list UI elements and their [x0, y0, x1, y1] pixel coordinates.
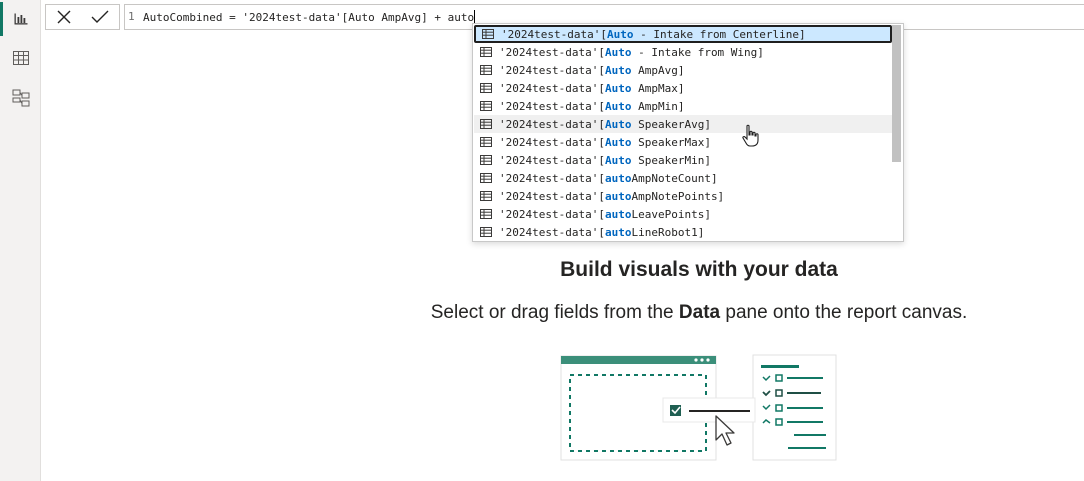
item-prefix: '2024test-data'[ [499, 117, 605, 131]
item-rest: AmpNotePoints] [631, 189, 725, 203]
item-rest: SpeakerMin] [631, 153, 711, 167]
table-column-icon [480, 191, 492, 201]
formula-bar-buttons [45, 4, 120, 30]
item-prefix: '2024test-data'[ [499, 45, 605, 59]
table-column-icon [480, 101, 492, 111]
item-match: Auto [604, 135, 632, 149]
description-end: pane onto the report canvas. [720, 302, 968, 323]
item-rest: SpeakerAvg] [631, 117, 711, 131]
autocomplete-item[interactable]: '2024test-data'[Auto - Intake from Wing] [474, 43, 892, 61]
item-rest: LeavePoints] [631, 207, 711, 221]
empty-state-heading: Build visuals with your data [560, 258, 838, 281]
item-rest: - Intake from Centerline] [633, 27, 806, 41]
empty-state-description: Select or drag fields from the Data pane… [0, 302, 1084, 324]
hand-pointer-icon [742, 124, 759, 147]
item-prefix: '2024test-data'[ [499, 81, 605, 95]
item-prefix: '2024test-data'[ [499, 99, 605, 113]
table-column-icon [480, 227, 492, 237]
item-rest: AmpMin] [631, 99, 685, 113]
item-match: Auto [604, 81, 632, 95]
table-column-icon [480, 119, 492, 129]
cancel-icon [57, 10, 71, 24]
autocomplete-item[interactable]: '2024test-data'[Auto AmpMax] [474, 79, 892, 97]
autocomplete-item[interactable]: '2024test-data'[auto LineRobot1] [474, 223, 892, 241]
table-column-icon [482, 29, 494, 39]
table-view-button[interactable] [0, 39, 41, 77]
autocomplete-item[interactable]: '2024test-data'[Auto AmpMin] [474, 97, 892, 115]
item-rest: AmpNoteCount] [631, 171, 718, 185]
cancel-formula-button[interactable] [46, 5, 82, 29]
item-match: Auto [604, 153, 632, 167]
commit-check-icon [91, 10, 109, 23]
report-view-icon [14, 13, 27, 25]
report-view-button[interactable] [0, 0, 41, 38]
item-rest: - Intake from Wing] [631, 45, 764, 59]
item-prefix: '2024test-data'[ [501, 27, 607, 41]
item-rest: SpeakerMax] [631, 135, 711, 149]
table-column-icon [480, 65, 492, 75]
item-rest: AmpMax] [631, 81, 685, 95]
item-match: Auto [604, 117, 632, 131]
autocomplete-item[interactable]: '2024test-data'[Auto AmpAvg] [474, 61, 892, 79]
item-prefix: '2024test-data'[ [499, 135, 605, 149]
table-view-icon [12, 51, 29, 65]
autocomplete-item[interactable]: '2024test-data'[auto AmpNoteCount] [474, 169, 892, 187]
table-column-icon [480, 209, 492, 219]
view-rail [0, 0, 41, 481]
model-view-button[interactable] [0, 79, 41, 117]
item-rest: AmpAvg] [631, 63, 685, 77]
item-match: Auto [604, 63, 632, 77]
autocomplete-item[interactable]: '2024test-data'[auto AmpNotePoints] [474, 187, 892, 205]
item-match: auto [604, 189, 632, 203]
line-number: 1 [128, 10, 135, 23]
commit-formula-button[interactable] [82, 5, 118, 29]
item-prefix: '2024test-data'[ [499, 63, 605, 77]
item-match: auto [604, 171, 632, 185]
autocomplete-list: '2024test-data'[Auto - Intake from Cente… [472, 23, 904, 242]
table-column-icon [480, 173, 492, 183]
autocomplete-item[interactable]: '2024test-data'[Auto SpeakerMax] [474, 133, 892, 151]
item-match: Auto [606, 27, 634, 41]
autocomplete-item[interactable]: '2024test-data'[auto LeavePoints] [474, 205, 892, 223]
item-prefix: '2024test-data'[ [499, 207, 605, 221]
autocomplete-item[interactable]: '2024test-data'[Auto - Intake from Cente… [474, 25, 892, 43]
item-prefix: '2024test-data'[ [499, 189, 605, 203]
item-match: Auto [604, 99, 632, 113]
table-column-icon [480, 155, 492, 165]
item-match: auto [604, 225, 632, 239]
autocomplete-scrollbar[interactable] [892, 25, 901, 162]
description-data-word: Data [678, 302, 721, 323]
autocomplete-item[interactable]: '2024test-data'[Auto SpeakerMin] [474, 151, 892, 169]
table-column-icon [480, 47, 492, 57]
autocomplete-item[interactable]: '2024test-data'[Auto SpeakerAvg] [474, 115, 892, 133]
item-match: Auto [604, 45, 632, 59]
item-prefix: '2024test-data'[ [499, 171, 605, 185]
formula-text[interactable]: AutoCombined = '2024test-data'[Auto AmpA… [143, 10, 476, 24]
build-visuals-illustration [560, 354, 837, 461]
item-match: auto [604, 207, 632, 221]
item-prefix: '2024test-data'[ [499, 153, 605, 167]
description-start: Select or drag fields from the [430, 302, 679, 323]
table-column-icon [480, 83, 492, 93]
table-column-icon [480, 137, 492, 147]
model-view-icon [12, 89, 29, 107]
item-prefix: '2024test-data'[ [499, 225, 605, 239]
item-rest: LineRobot1] [631, 225, 705, 239]
formula-expression: AutoCombined = '2024test-data'[Auto AmpA… [143, 11, 475, 24]
text-caret [474, 10, 476, 24]
